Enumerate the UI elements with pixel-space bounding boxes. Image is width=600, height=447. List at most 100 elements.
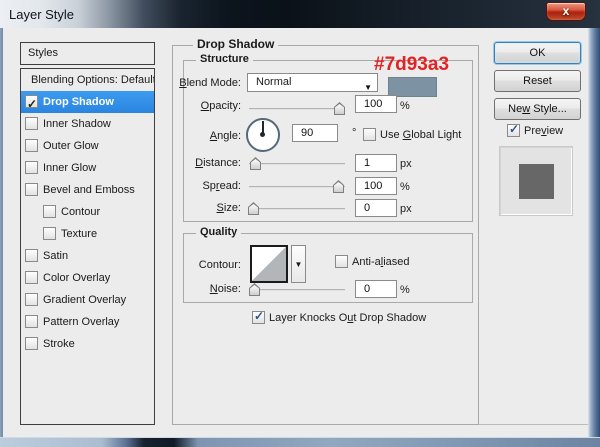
- opacity-slider-thumb[interactable]: [334, 102, 345, 115]
- sidebar-item-label: Color Overlay: [43, 272, 110, 284]
- blend-color-swatch[interactable]: [388, 77, 437, 97]
- sidebar-item-inner-glow[interactable]: Inner Glow: [21, 157, 154, 179]
- size-unit: px: [400, 202, 412, 216]
- distance-slider-track[interactable]: [249, 163, 345, 165]
- close-button[interactable]: x: [546, 2, 586, 21]
- size-slider-track[interactable]: [249, 208, 345, 210]
- spread-input[interactable]: [355, 177, 397, 195]
- dialog-client-area: Styles Blending Options: Default Drop Sha…: [3, 28, 588, 437]
- style-enable-checkbox[interactable]: [25, 183, 38, 196]
- styles-header-label: Styles: [28, 47, 58, 59]
- style-enable-checkbox[interactable]: [25, 161, 38, 174]
- sidebar-item-label: Blending Options: Default: [31, 74, 155, 86]
- sidebar-item-outer-glow[interactable]: Outer Glow: [21, 135, 154, 157]
- sidebar-item-color-overlay[interactable]: Color Overlay: [21, 267, 154, 289]
- chevron-down-icon: ▼: [364, 79, 372, 96]
- size-label: Size:: [171, 201, 241, 215]
- style-enable-checkbox[interactable]: [25, 315, 38, 328]
- sidebar-item-label: Gradient Overlay: [43, 294, 126, 306]
- opacity-input[interactable]: [355, 95, 397, 113]
- reset-button[interactable]: Reset: [494, 70, 581, 92]
- angle-label: Angle:: [171, 129, 241, 143]
- sidebar-item-label: Inner Shadow: [43, 118, 111, 130]
- distance-slider-thumb[interactable]: [250, 157, 261, 170]
- sidebar-item-label: Satin: [43, 250, 68, 262]
- color-annotation: #7d93a3: [374, 54, 449, 76]
- new-style-button[interactable]: New Style...: [494, 98, 581, 120]
- style-enable-checkbox[interactable]: [43, 227, 56, 240]
- sidebar-item-pattern-overlay[interactable]: Pattern Overlay: [21, 311, 154, 333]
- style-preview-swatch: [519, 164, 554, 199]
- sidebar-item-stroke[interactable]: Stroke: [21, 333, 154, 355]
- use-global-light-checkbox[interactable]: [363, 128, 376, 141]
- spread-slider-thumb[interactable]: [333, 180, 344, 193]
- close-icon: x: [563, 4, 570, 18]
- noise-slider-track[interactable]: [249, 289, 345, 291]
- angle-input[interactable]: [292, 124, 338, 142]
- spread-slider-track[interactable]: [249, 186, 345, 188]
- style-enable-checkbox[interactable]: [25, 271, 38, 284]
- blend-mode-select[interactable]: Normal ▼: [247, 73, 378, 92]
- sidebar-item-label: Drop Shadow: [43, 96, 114, 108]
- sidebar-item-gradient-overlay[interactable]: Gradient Overlay: [21, 289, 154, 311]
- quality-legend: Quality: [196, 226, 241, 238]
- sidebar-item-drop-shadow[interactable]: Drop Shadow: [21, 91, 154, 113]
- contour-label: Contour:: [171, 258, 241, 272]
- sidebar-item-bevel-and-emboss[interactable]: Bevel and Emboss: [21, 179, 154, 201]
- distance-input[interactable]: [355, 154, 397, 172]
- ok-button[interactable]: OK: [494, 42, 581, 64]
- window-frame-bottom: [0, 437, 600, 447]
- size-input[interactable]: [355, 199, 397, 217]
- layer-style-dialog: Layer Style x Styles Blending Options: D…: [0, 0, 600, 447]
- angle-dial[interactable]: [246, 118, 280, 152]
- style-enable-checkbox[interactable]: [43, 205, 56, 218]
- window-title: Layer Style: [9, 7, 74, 22]
- sidebar-item-blending-options-default[interactable]: Blending Options: Default: [21, 69, 154, 91]
- blend-mode-label: Blend Mode:: [171, 76, 241, 90]
- sidebar-item-label: Inner Glow: [43, 162, 96, 174]
- style-enable-checkbox[interactable]: [25, 249, 38, 262]
- anti-aliased-checkbox[interactable]: [335, 255, 348, 268]
- distance-label: Distance:: [171, 156, 241, 170]
- sidebar-item-label: Bevel and Emboss: [43, 184, 135, 196]
- contour-thumbnail[interactable]: [250, 245, 288, 283]
- sidebar-item-label: Contour: [61, 206, 100, 218]
- angle-unit: °: [352, 126, 356, 140]
- sidebar-item-inner-shadow[interactable]: Inner Shadow: [21, 113, 154, 135]
- opacity-label: Opacity:: [171, 99, 241, 113]
- sidebar-item-satin[interactable]: Satin: [21, 245, 154, 267]
- style-preview-thumbnail: [499, 146, 573, 216]
- preview-label: Preview: [524, 125, 563, 137]
- style-enable-checkbox[interactable]: [25, 117, 38, 130]
- distance-unit: px: [400, 157, 412, 171]
- chevron-down-icon: ▼: [295, 260, 303, 269]
- noise-slider-thumb[interactable]: [249, 283, 260, 296]
- sidebar-item-texture[interactable]: Texture: [21, 223, 154, 245]
- style-enable-checkbox[interactable]: [25, 95, 38, 108]
- titlebar[interactable]: Layer Style x: [0, 0, 600, 28]
- size-slider-thumb[interactable]: [248, 202, 259, 215]
- style-enable-checkbox[interactable]: [25, 337, 38, 350]
- sidebar-item-label: Stroke: [43, 338, 75, 350]
- panel-title: Drop Shadow: [193, 37, 278, 51]
- structure-legend: Structure: [196, 53, 253, 65]
- layer-knockout-label: Layer Knocks Out Drop Shadow: [269, 312, 426, 324]
- sidebar-item-label: Outer Glow: [43, 140, 99, 152]
- sidebar-item-label: Texture: [61, 228, 97, 240]
- use-global-light-label: Use Global Light: [380, 129, 461, 141]
- contour-picker-arrow[interactable]: ▼: [291, 245, 306, 283]
- opacity-slider-track[interactable]: [249, 108, 345, 110]
- styles-list: Blending Options: Default Drop Shadow Inne…: [20, 68, 155, 425]
- window-frame-right: [588, 28, 600, 437]
- spread-label: Spread:: [171, 179, 241, 193]
- sidebar-item-contour[interactable]: Contour: [21, 201, 154, 223]
- spread-unit: %: [400, 180, 410, 194]
- styles-header: Styles: [20, 42, 155, 65]
- preview-checkbox[interactable]: [507, 124, 520, 137]
- style-enable-checkbox[interactable]: [25, 139, 38, 152]
- sidebar-item-label: Pattern Overlay: [43, 316, 119, 328]
- layer-knockout-checkbox[interactable]: [252, 311, 265, 324]
- style-enable-checkbox[interactable]: [25, 293, 38, 306]
- noise-input[interactable]: [355, 280, 397, 298]
- angle-center-dot: [260, 132, 265, 137]
